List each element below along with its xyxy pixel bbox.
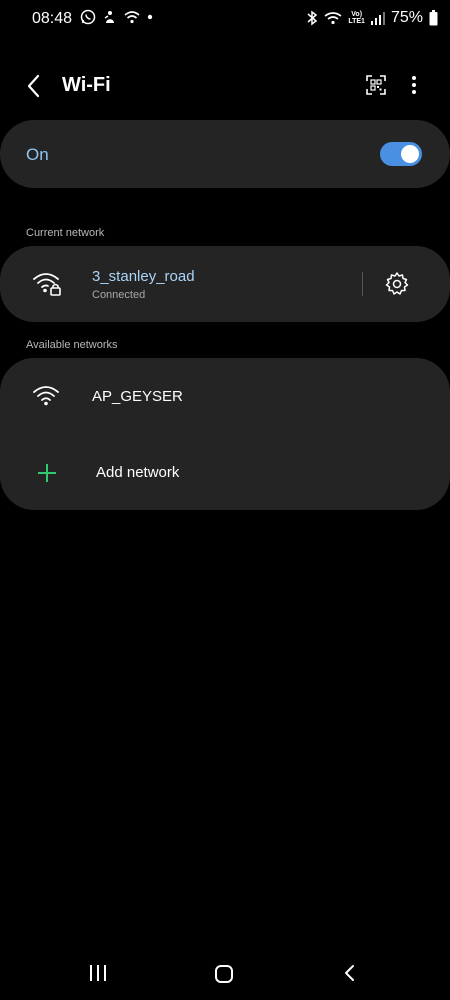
wifi-toggle-row[interactable]: On bbox=[0, 120, 450, 188]
available-networks-card: AP_GEYSER Add network bbox=[0, 358, 450, 510]
app-header: Wi-Fi bbox=[0, 64, 450, 108]
recents-icon[interactable] bbox=[88, 964, 108, 982]
navigation-bar bbox=[0, 950, 450, 1000]
wifi-lock-icon bbox=[32, 271, 62, 297]
available-networks-section-label: Available networks bbox=[26, 339, 118, 351]
network-type-label: Vo) LTE1 bbox=[348, 11, 365, 25]
gear-icon[interactable] bbox=[384, 271, 410, 297]
add-network-button[interactable]: Add network bbox=[0, 438, 450, 510]
bluetooth-icon bbox=[306, 10, 318, 26]
more-options-icon[interactable] bbox=[404, 73, 424, 97]
wifi-toggle-label: On bbox=[26, 145, 49, 164]
back-icon[interactable] bbox=[342, 964, 356, 982]
current-network-name[interactable]: 3_stanley_road bbox=[92, 268, 195, 285]
current-network-section-label: Current network bbox=[26, 227, 105, 239]
status-time: 08:48 bbox=[32, 10, 73, 27]
wifi-status-icon bbox=[324, 11, 342, 25]
wifi-toggle-switch[interactable] bbox=[380, 142, 422, 166]
add-icon bbox=[36, 462, 58, 484]
dot-icon bbox=[146, 13, 154, 21]
signal-icon bbox=[370, 11, 385, 25]
home-icon[interactable] bbox=[214, 964, 234, 984]
battery-icon bbox=[429, 10, 438, 26]
page-title: Wi-Fi bbox=[62, 74, 111, 96]
wifi-status-icon bbox=[124, 10, 140, 24]
wifi-icon bbox=[32, 384, 62, 410]
qr-code-icon[interactable] bbox=[364, 73, 388, 97]
network-name: AP_GEYSER bbox=[92, 388, 183, 405]
battery-percent: 75% bbox=[390, 9, 423, 26]
list-item[interactable]: AP_GEYSER bbox=[0, 358, 450, 434]
whatsapp-icon bbox=[80, 9, 96, 25]
fire-person-icon bbox=[102, 9, 118, 25]
back-arrow-icon[interactable] bbox=[22, 72, 48, 100]
toggle-knob bbox=[401, 145, 419, 163]
add-network-label: Add network bbox=[96, 464, 180, 481]
current-network-status: Connected bbox=[92, 289, 146, 301]
status-bar: 08:48 Vo) LTE1 75% bbox=[0, 0, 450, 38]
current-network-card: 3_stanley_road Connected bbox=[0, 246, 450, 322]
status-left-icons bbox=[80, 9, 154, 25]
status-right-icons: Vo) LTE1 75% bbox=[306, 9, 438, 27]
divider bbox=[362, 272, 363, 296]
